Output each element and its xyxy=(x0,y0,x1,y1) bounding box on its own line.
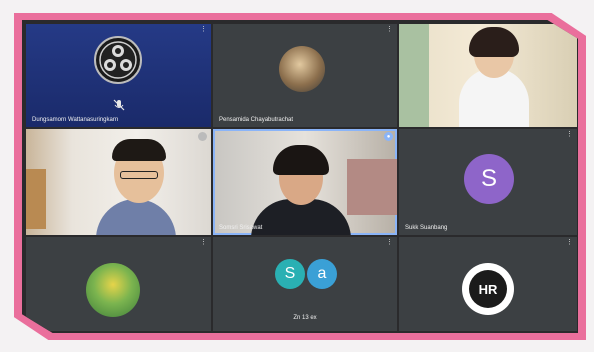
video-feed xyxy=(112,139,166,161)
participant-tile[interactable]: HR ⋮ xyxy=(399,237,577,331)
speaking-icon: ● xyxy=(384,132,393,141)
more-options-icon[interactable]: ⋮ xyxy=(200,26,207,33)
participant-tile[interactable]: ⋮ xyxy=(26,237,211,331)
participant-name: Zn 13 ex xyxy=(293,315,317,321)
video-feed xyxy=(26,169,46,229)
meeting-view: ⋮ Dungsamorn Wattanasuringkarn ⋮ Pensami… xyxy=(22,20,578,333)
more-options-icon[interactable]: ⋮ xyxy=(200,239,207,246)
avatar: a xyxy=(307,259,337,289)
participant-tile[interactable]: ⋮ xyxy=(399,24,577,127)
avatar: S xyxy=(275,259,305,289)
glasses-icon xyxy=(120,171,158,179)
obs-logo-icon xyxy=(94,36,142,84)
hr-logo-inner: HR xyxy=(469,270,507,308)
video-feed xyxy=(399,24,429,127)
more-options-icon[interactable]: ⋮ xyxy=(566,26,573,33)
participant-tile[interactable]: ⋮ Pensamida Chayabutrachat xyxy=(213,24,397,127)
avatar-initial: a xyxy=(317,265,327,282)
more-options-icon[interactable]: ⋮ xyxy=(386,239,393,246)
more-options-icon[interactable]: ⋮ xyxy=(566,239,573,246)
participant-tile-active[interactable]: ● Somsri Srisawat xyxy=(213,129,397,235)
participant-name: Somsri Srisawat xyxy=(219,225,263,231)
participant-name: Dungsamorn Wattanasuringkarn xyxy=(32,117,119,123)
pink-frame: ⋮ Dungsamorn Wattanasuringkarn ⋮ Pensami… xyxy=(14,13,586,340)
avatar-initial: S xyxy=(480,165,497,192)
avatar-initial: S xyxy=(284,265,296,282)
hr-logo-icon: HR xyxy=(462,263,514,315)
status-badge xyxy=(198,132,207,141)
participant-name: Pensamida Chayabutrachat xyxy=(219,117,294,123)
mic-off-icon xyxy=(113,99,125,111)
avatar: S xyxy=(464,154,514,204)
more-options-icon[interactable]: ⋮ xyxy=(566,131,573,138)
avatar xyxy=(279,46,325,92)
hr-label: HR xyxy=(478,281,498,297)
more-options-icon[interactable]: ⋮ xyxy=(386,26,393,33)
participant-tile[interactable]: S ⋮ Sukk Suanbang xyxy=(399,129,577,235)
avatar xyxy=(86,263,140,317)
participant-tile[interactable]: ⋮ Dungsamorn Wattanasuringkarn xyxy=(26,24,211,127)
video-feed xyxy=(347,159,397,215)
video-feed xyxy=(273,145,329,175)
participant-name: Sukk Suanbang xyxy=(405,225,448,231)
participant-tile[interactable]: S a ⋮ Zn 13 ex xyxy=(213,237,397,331)
participant-tile[interactable]: ⋮ xyxy=(26,129,211,235)
participant-grid: ⋮ Dungsamorn Wattanasuringkarn ⋮ Pensami… xyxy=(26,24,578,331)
video-feed xyxy=(469,27,519,57)
video-feed xyxy=(96,199,176,235)
